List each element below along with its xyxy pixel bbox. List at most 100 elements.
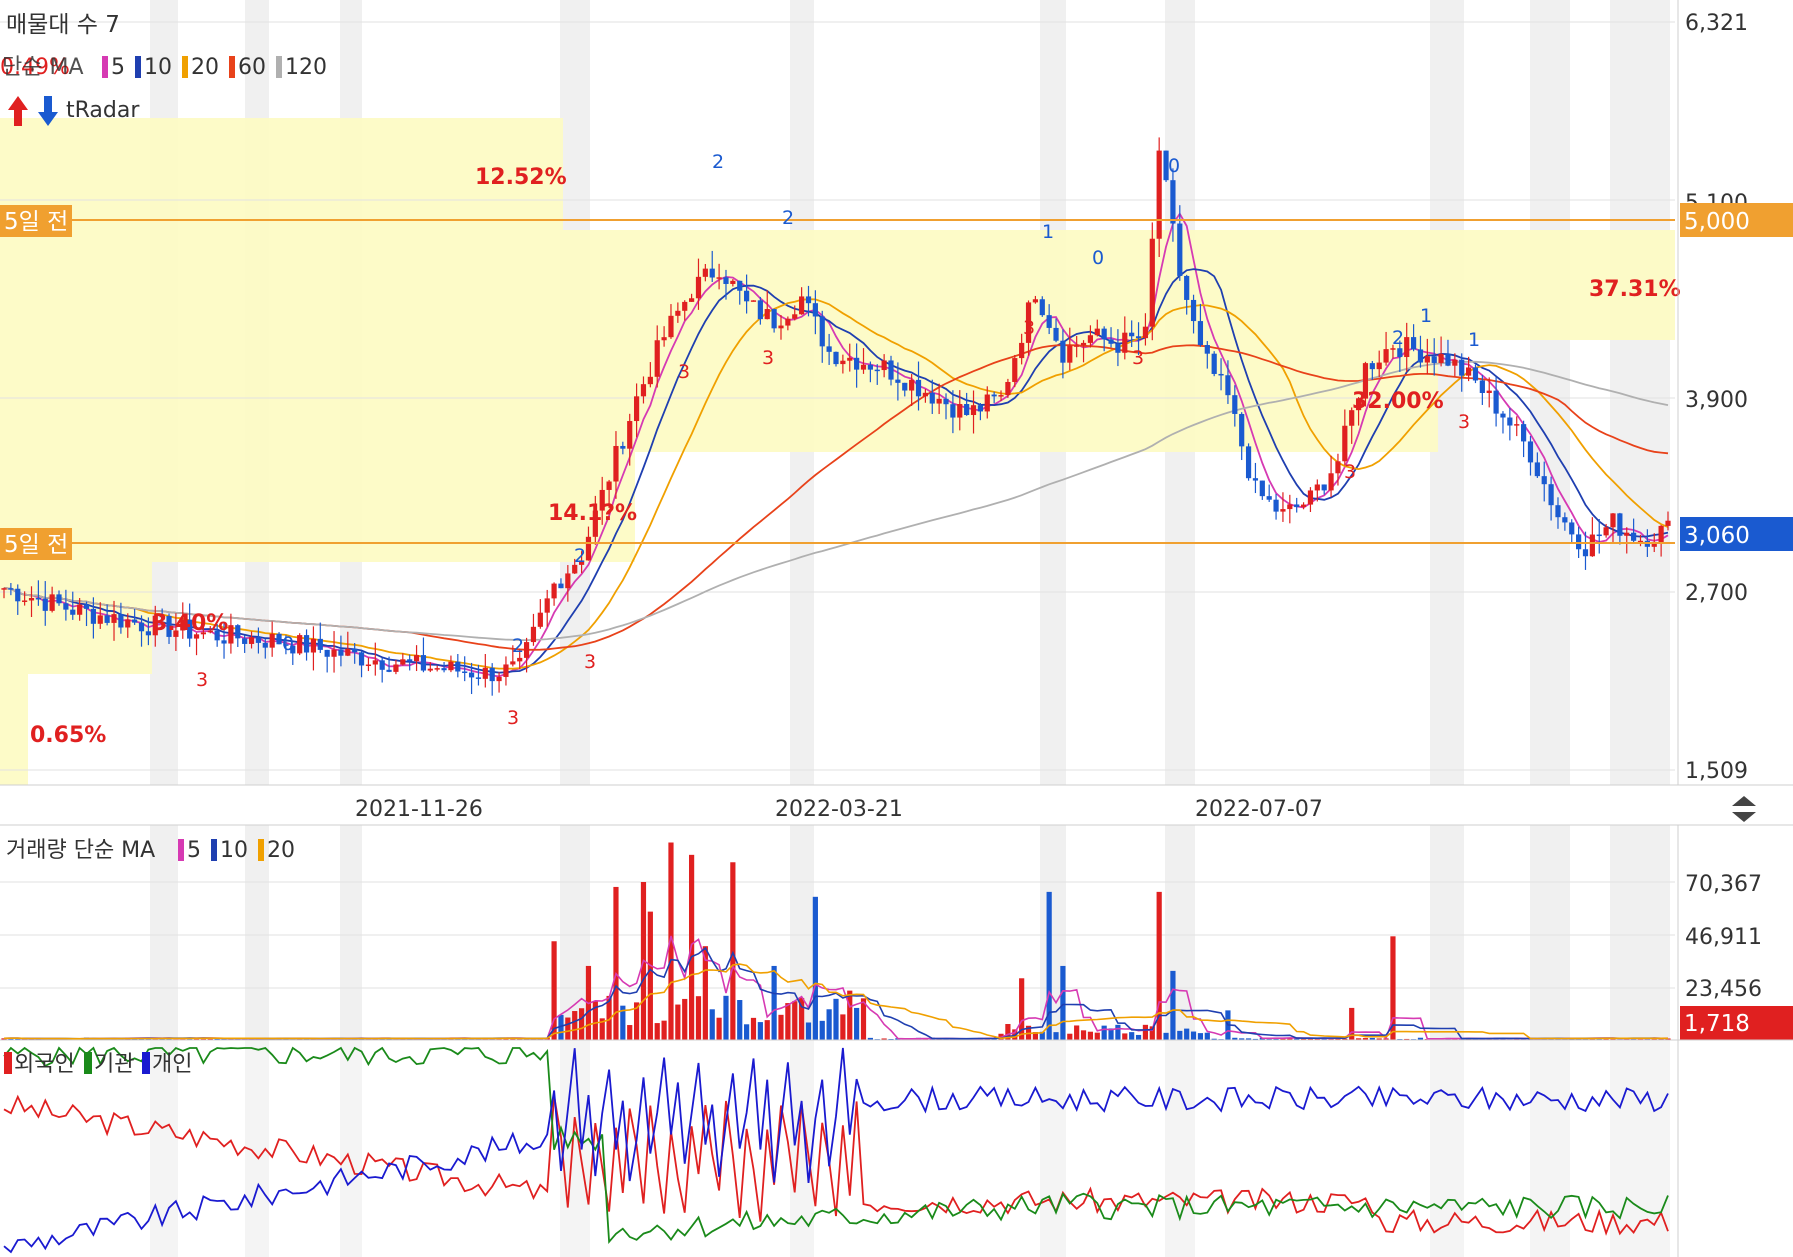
- candle-body-6: [42, 598, 48, 611]
- candle-body-148: [1019, 342, 1025, 359]
- candle-body-140: [964, 404, 970, 416]
- candle-body-93: [640, 384, 647, 397]
- candle-body-3: [22, 600, 28, 602]
- candle-body-180: [1239, 413, 1245, 447]
- candle-body-152: [1046, 315, 1052, 328]
- candle-body-95: [654, 340, 660, 377]
- candle-body-112: [771, 309, 777, 329]
- candle-body-9: [63, 603, 69, 610]
- candle-body-131: [902, 382, 908, 391]
- volume-bar-169: [1163, 1032, 1169, 1040]
- ma-legend: 5 10 20 60 120: [102, 55, 327, 80]
- volume-bar-160: [1101, 1025, 1107, 1040]
- candle-body-70: [482, 667, 488, 679]
- vol-ma-swatch-20: [258, 839, 264, 861]
- candle-body-178: [1225, 375, 1231, 396]
- candle-body-111: [764, 309, 770, 320]
- volume-bar-173: [1190, 1031, 1197, 1040]
- signal-digit-14: 3: [678, 361, 690, 383]
- candle-body-91: [627, 421, 633, 449]
- candle-body-73: [503, 664, 509, 677]
- candle-body-222: [1527, 441, 1534, 463]
- candle-body-15: [104, 615, 110, 623]
- volume-bar-114: [785, 1003, 791, 1040]
- y-tick-5: 1,509: [1685, 759, 1748, 784]
- pct-label-4: 32.00%: [1352, 389, 1444, 414]
- candle-body-74: [510, 661, 516, 665]
- inv-shade-band-3: [560, 1040, 590, 1257]
- stock-chart[interactable]: 5일 전 5일 전 12.52% 37.31% 14.1?% 32.00% 3.…: [0, 0, 1793, 1257]
- candle-body-241: [1658, 525, 1664, 543]
- candle-body-242: [1665, 520, 1671, 526]
- signal-digit-13: 3: [584, 651, 596, 673]
- ref-label-upper: 5일 전: [4, 209, 68, 235]
- signal-digit-9: 1: [1420, 305, 1432, 327]
- candle-body-7: [49, 594, 55, 611]
- candle-body-114: [785, 318, 791, 326]
- candle-body-135: [929, 392, 935, 404]
- candle-body-190: [1307, 490, 1314, 505]
- candle-body-11: [77, 604, 83, 615]
- candle-body-158: [1087, 335, 1094, 343]
- volume-bar-174: [1197, 1033, 1204, 1040]
- volume-bar-154: [1060, 965, 1066, 1040]
- candle-body-101: [695, 276, 702, 299]
- candle-body-108: [744, 290, 750, 302]
- candle-body-171: [1177, 223, 1183, 276]
- volume-bar-158: [1087, 1031, 1094, 1040]
- candle-body-75: [517, 657, 523, 662]
- candle-body-54: [372, 660, 378, 665]
- candle-body-138: [950, 404, 956, 418]
- candle-body-154: [1060, 340, 1066, 363]
- candle-body-185: [1273, 499, 1279, 512]
- candle-body-38: [262, 642, 268, 648]
- candle-body-226: [1555, 505, 1561, 518]
- candle-body-119: [819, 316, 825, 347]
- volume-bar-111: [764, 1020, 770, 1040]
- candle-body-218: [1500, 413, 1506, 418]
- signal-digit-12: 3: [507, 707, 519, 729]
- candle-body-223: [1534, 462, 1540, 477]
- candle-body-99: [682, 301, 688, 311]
- volume-bar-96: [661, 1020, 667, 1040]
- candle-body-45: [310, 638, 317, 653]
- candle-body-126: [867, 364, 873, 370]
- volume-bar-159: [1094, 1032, 1100, 1040]
- inv-shade-band-8: [1530, 1040, 1570, 1257]
- candle-body-109: [750, 300, 757, 302]
- investor-swatch-1: [84, 1052, 92, 1074]
- radar-label: tRadar: [66, 98, 140, 123]
- candle-body-127: [874, 369, 880, 372]
- candle-body-71: [489, 667, 495, 682]
- candle-body-144: [991, 394, 997, 397]
- signal-digit-10: 1: [1468, 329, 1480, 351]
- vol-shade-band-9: [1610, 825, 1670, 1040]
- candle-body-122: [840, 360, 846, 365]
- investor-swatch-2: [142, 1052, 150, 1074]
- candle-body-187: [1287, 504, 1293, 510]
- vol-shade-band-2: [340, 825, 362, 1040]
- volume-bar-124: [854, 1007, 860, 1040]
- volume-bar-122: [840, 1014, 846, 1040]
- volume-bar-113: [778, 1014, 784, 1040]
- candle-body-179: [1232, 395, 1238, 414]
- volume-bar-121: [833, 998, 839, 1040]
- candle-body-155: [1067, 345, 1073, 363]
- volume-bar-108: [744, 1024, 750, 1040]
- candle-body-207: [1424, 356, 1430, 363]
- volume-bar-153: [1053, 1032, 1059, 1040]
- candle-body-61: [420, 655, 427, 671]
- volume-bar-112: [771, 965, 777, 1040]
- candle-body-88: [606, 481, 612, 490]
- candle-body-20: [138, 622, 145, 632]
- candle-body-102: [702, 268, 708, 277]
- candle-body-168: [1156, 150, 1162, 239]
- signal-digit-15: 3: [762, 347, 774, 369]
- candle-body-215: [1479, 380, 1485, 393]
- candle-body-47: [324, 649, 330, 657]
- candle-body-199: [1369, 363, 1375, 370]
- candle-body-65: [448, 661, 454, 671]
- signal-digit-17: 3: [1132, 347, 1144, 369]
- pct-label-3: 14.1?%: [548, 501, 637, 526]
- volume-bar-82: [565, 1017, 571, 1040]
